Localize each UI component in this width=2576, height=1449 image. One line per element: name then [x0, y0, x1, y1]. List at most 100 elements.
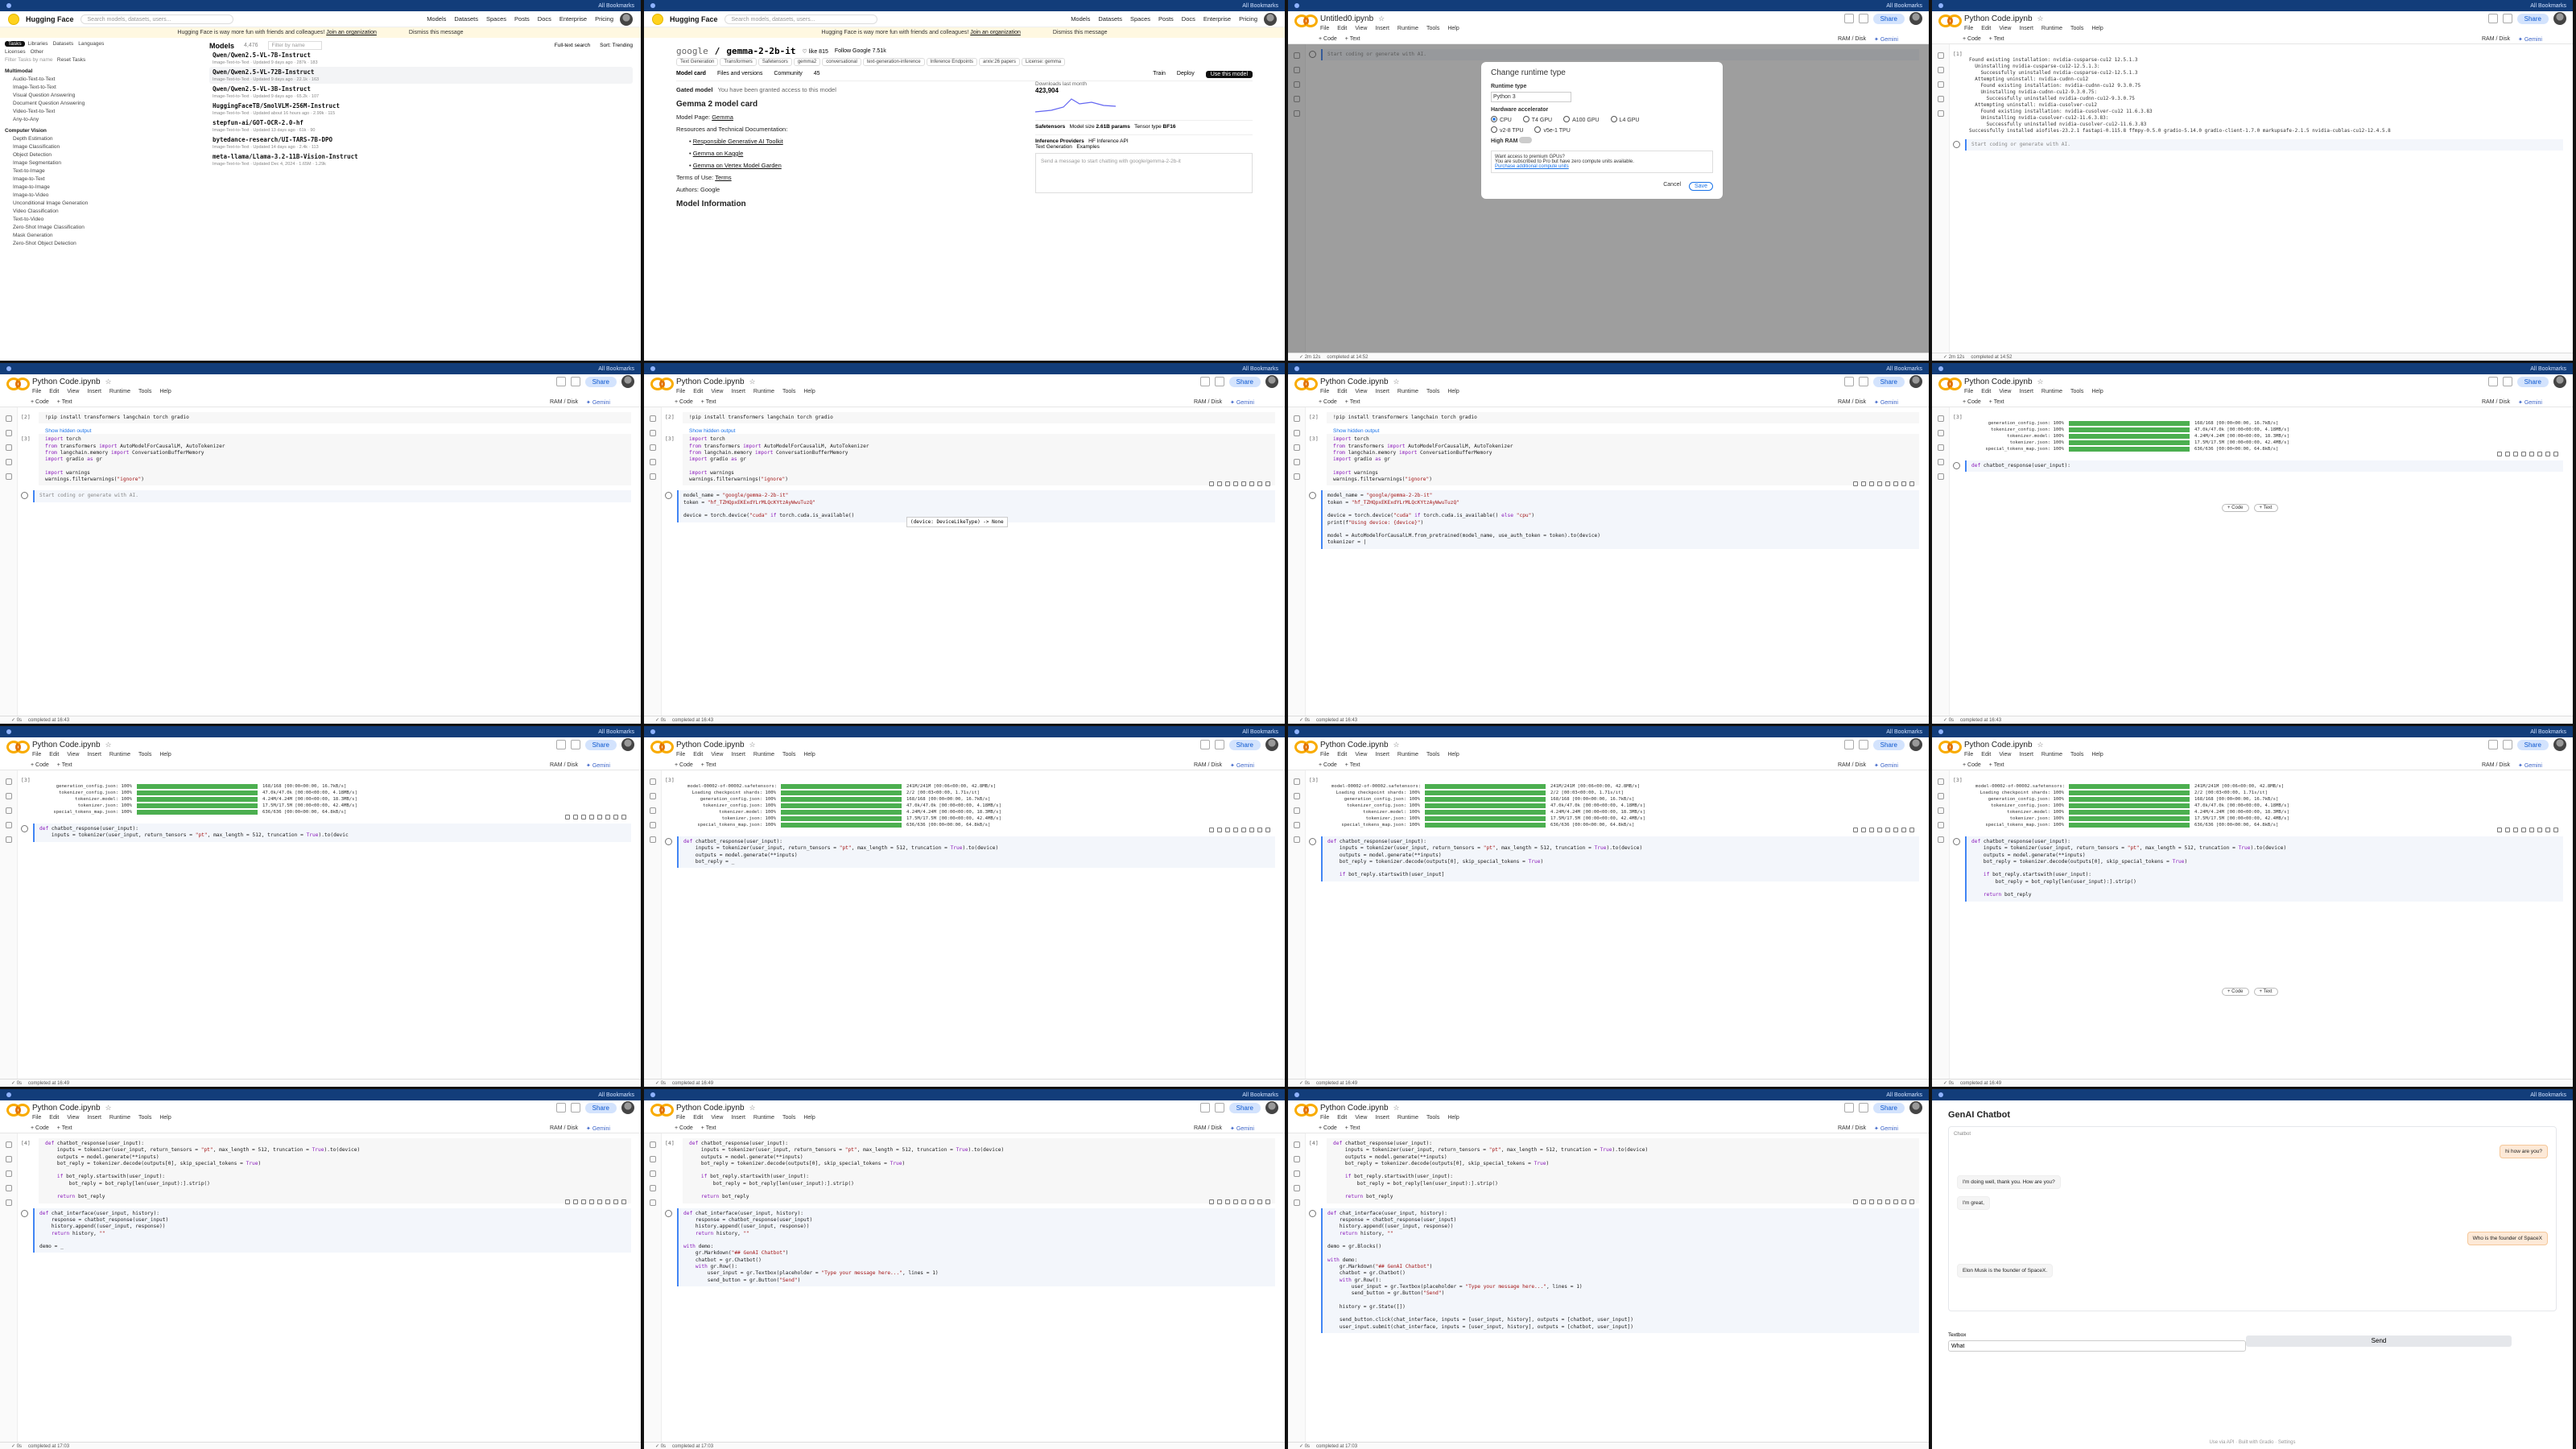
link-icon[interactable]: [2513, 828, 2518, 832]
menu-item[interactable]: Insert: [87, 389, 101, 398]
search-icon[interactable]: [649, 430, 656, 436]
join-org-link[interactable]: Join an organization: [970, 30, 1021, 35]
gear-icon[interactable]: [570, 1103, 580, 1113]
notebook-title[interactable]: Python Code.ipynb: [32, 378, 101, 386]
share-button[interactable]: Share: [1228, 739, 1261, 750]
ram-disk-indicator[interactable]: RAM / Disk: [2482, 762, 2510, 768]
move-down-icon[interactable]: [1861, 1199, 1866, 1204]
gemma-link[interactable]: Gemma: [712, 114, 733, 121]
code-editor[interactable]: def chatbot_response(user_input): inputs…: [1321, 836, 1919, 881]
more-icon[interactable]: [1909, 1199, 1914, 1204]
code-editor[interactable]: def chat_interface(user_input, history):…: [677, 1208, 1275, 1286]
menu-item[interactable]: Edit: [1981, 752, 1991, 761]
notebook-title[interactable]: Python Code.ipynb: [1320, 1104, 1389, 1113]
add-text-button[interactable]: + Text: [57, 762, 72, 768]
menu-item[interactable]: Help: [2091, 26, 2103, 35]
menu-item[interactable]: Tools: [138, 389, 151, 398]
comment-icon[interactable]: [1843, 377, 1854, 386]
delete-icon[interactable]: [2545, 828, 2550, 832]
comment-icon[interactable]: [1843, 1103, 1854, 1113]
avatar[interactable]: [1909, 738, 1922, 751]
delete-icon[interactable]: [613, 815, 618, 819]
move-up-icon[interactable]: [1209, 828, 1214, 832]
code-cell[interactable]: [4] def chatbot_response(user_input): in…: [1309, 1138, 1919, 1203]
hf-nav-item[interactable]: Docs: [538, 15, 551, 23]
toc-icon[interactable]: [5, 415, 12, 422]
folder-icon[interactable]: [1293, 836, 1300, 843]
notebook-title[interactable]: Python Code.ipynb: [1320, 741, 1389, 749]
hf-nav-item[interactable]: Datasets: [454, 15, 478, 23]
comment-icon[interactable]: [1199, 740, 1210, 749]
more-icon[interactable]: [2553, 452, 2558, 456]
message-input[interactable]: What: [1948, 1340, 2246, 1352]
menu-item[interactable]: Tools: [138, 752, 151, 761]
add-text-button[interactable]: + Text: [2253, 988, 2278, 996]
code-cell[interactable]: Start coding or generate with AI.: [1953, 139, 2563, 151]
full-text-search-button[interactable]: Full-text search: [555, 43, 590, 48]
task-filter[interactable]: Zero-Shot Image Classification: [5, 225, 109, 233]
add-text-button[interactable]: + Text: [57, 399, 72, 405]
menu-item[interactable]: Insert: [1375, 26, 1389, 35]
terms-link[interactable]: Terms: [715, 174, 731, 181]
ram-disk-indicator[interactable]: RAM / Disk: [550, 1125, 578, 1131]
settings-icon[interactable]: [1241, 828, 1246, 832]
filter-by-name-input[interactable]: Filter by name: [267, 41, 322, 50]
search-icon[interactable]: [1937, 793, 1944, 799]
task-filter[interactable]: Visual Question Answering: [5, 93, 109, 101]
variables-icon[interactable]: [1293, 1170, 1300, 1177]
menu-item[interactable]: File: [1964, 26, 1973, 35]
menu-item[interactable]: File: [1964, 389, 1973, 398]
folder-icon[interactable]: [649, 836, 656, 843]
search-icon[interactable]: [1293, 430, 1300, 436]
settings-icon[interactable]: [2529, 452, 2534, 456]
move-up-icon[interactable]: [1853, 1199, 1858, 1204]
runtime-type-select[interactable]: Python 3: [1491, 92, 1571, 102]
gemini-button[interactable]: ✦ Gemini: [1230, 1125, 1254, 1132]
mirror-icon[interactable]: [1893, 1199, 1898, 1204]
toc-icon[interactable]: [1293, 778, 1300, 785]
menu-item[interactable]: View: [711, 389, 723, 398]
menu-item[interactable]: Help: [1447, 1115, 1459, 1124]
high-ram-toggle[interactable]: [1519, 137, 1533, 143]
share-button[interactable]: Share: [1228, 376, 1261, 387]
menu-item[interactable]: View: [1999, 26, 2011, 35]
code-cell[interactable]: [2] !pip install transformers langchain t…: [1309, 412, 1919, 424]
all-bookmarks[interactable]: All Bookmarks: [2530, 3, 2566, 9]
delete-icon[interactable]: [1901, 828, 1906, 832]
toc-icon[interactable]: [1293, 1141, 1300, 1148]
star-icon[interactable]: ☆: [105, 741, 112, 749]
menu-item[interactable]: Runtime: [2041, 26, 2062, 35]
notebook-title[interactable]: Python Code.ipynb: [676, 1104, 745, 1113]
add-text-button[interactable]: + Text: [1345, 36, 1360, 42]
menu-item[interactable]: Tools: [2070, 389, 2083, 398]
purchase-link[interactable]: Purchase additional compute units: [1495, 164, 1709, 169]
resource-link[interactable]: Gemma on Vertex Model Garden: [693, 162, 782, 169]
mirror-icon[interactable]: [1893, 828, 1898, 832]
filter-tab[interactable]: Tasks: [5, 41, 25, 47]
search-icon[interactable]: [649, 1156, 656, 1162]
menu-item[interactable]: Insert: [1375, 389, 1389, 398]
menu-item[interactable]: Insert: [731, 752, 745, 761]
code-editor[interactable]: import torch from transformers import Au…: [683, 434, 1275, 486]
menu-item[interactable]: Tools: [1426, 752, 1439, 761]
save-button[interactable]: Save: [1689, 182, 1713, 191]
menu-item[interactable]: Edit: [1337, 26, 1347, 35]
more-icon[interactable]: [1265, 481, 1270, 487]
share-button[interactable]: Share: [1228, 1102, 1261, 1113]
comment-icon[interactable]: [2521, 828, 2526, 832]
task-filter[interactable]: Document Question Answering: [5, 101, 109, 109]
hf-nav-item[interactable]: Models: [1071, 15, 1090, 23]
code-cell[interactable]: def chatbot_response(user_input): inputs…: [21, 815, 631, 842]
filter-tasks-input[interactable]: Filter Tasks by name: [5, 57, 52, 63]
menu-item[interactable]: Insert: [1375, 752, 1389, 761]
add-code-button[interactable]: + Code: [1319, 762, 1337, 768]
settings-icon[interactable]: [1241, 1199, 1246, 1204]
secrets-icon[interactable]: [5, 459, 12, 465]
code-cell[interactable]: def chatbot_response(user_input): inputs…: [1953, 828, 2563, 902]
menu-item[interactable]: Insert: [87, 1115, 101, 1124]
menu-item[interactable]: Runtime: [1397, 389, 1418, 398]
add-text-button[interactable]: + Text: [701, 399, 716, 405]
menu-item[interactable]: Help: [2091, 389, 2103, 398]
menu-item[interactable]: Help: [159, 389, 171, 398]
search-icon[interactable]: [1293, 1156, 1300, 1162]
